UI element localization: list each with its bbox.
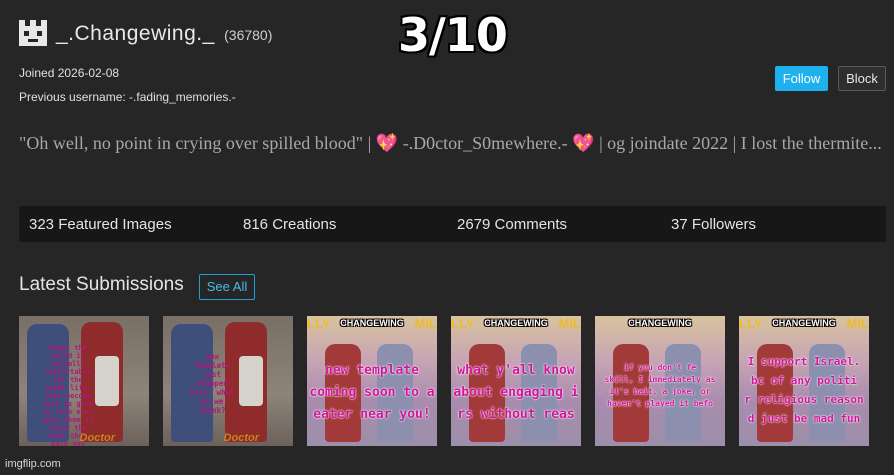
profile-username[interactable]: _.Changewing._ (36780) [56,22,272,46]
thumbnail-title: CHANGEWING [772,318,836,328]
caption-line: coming soon to a [309,385,435,400]
submission-thumbnail[interactable]: new template just dropped just, what do … [163,316,293,446]
thumbnail-caption: new template coming soon to a eater near… [307,360,437,426]
caption-line: skill, I immediately as [604,375,716,384]
stat-followers[interactable]: 37 Followers [671,216,756,233]
caption-line: r religious reason [744,393,864,406]
caption-line: if you don't fe [623,363,697,372]
caption-line: haven't played it befo [607,399,713,408]
caption-line: new template [325,363,419,378]
thumbnail-caption: what y'all know about engaging i rs with… [451,360,581,426]
previous-username: Previous username: -.fading_memories.- [19,90,236,104]
watermark-text: imgflip.com [5,458,61,470]
follow-button[interactable]: Follow [775,66,828,91]
caption-line: it's bait, a joke, or [609,387,711,396]
caption-line: rs without reas [457,407,575,422]
latest-submissions-heading: Latest Submissions [19,274,184,295]
thumbnail-title: CHANGEWING [340,318,404,328]
sparkle-heart-icon: 💖 [572,133,595,153]
stat-comments[interactable]: 2679 Comments [457,216,567,233]
submission-thumbnail[interactable]: CHANGEWING if you don't fe skill, I imme… [595,316,725,446]
submission-thumbnail[interactable]: LLY MIL CHANGEWING what y'all know about… [451,316,581,446]
username-text: _.Changewing._ [56,22,215,45]
joined-date: Joined 2026-02-08 [19,66,120,80]
bio-text-1: "Oh well, no point in crying over spille… [19,133,376,153]
thumbnail-caption: if you don't fe skill, I immediately as … [595,362,725,410]
caption-line: d just be mad fun [747,412,861,425]
see-all-button[interactable]: See All [199,274,255,300]
caption-line: about engaging i [453,385,579,400]
stats-bar: 323 Featured Images 816 Creations 2679 C… [19,206,886,242]
thumbnail-label: Doctor [223,432,259,444]
profile-bio: "Oh well, no point in crying over spille… [19,130,891,157]
thumbnail-title: CHANGEWING [628,318,692,328]
block-button[interactable]: Block [838,66,886,91]
sparkle-heart-icon: 💖 [375,133,399,153]
thumbnail-caption: new template just dropped just, what do … [189,352,235,415]
bio-text-2: -.D0ctor_S0mewhere.- [398,133,573,153]
caption-line: eater near you! [313,407,431,422]
stat-featured-images[interactable]: 323 Featured Images [29,216,172,233]
submission-thumbnail[interactable]: Hopes the world is actually comfortable … [19,316,149,446]
bio-text-3: | og joindate 2022 | I lost the thermite… [594,133,882,153]
submission-thumbnail[interactable]: LLY MIL CHANGEWING I support Israel. bc … [739,316,869,446]
caption-line: bc of any politi [751,374,857,387]
points-count: (36780) [224,27,273,43]
caption-line: I support Israel. [747,355,861,368]
caption-line: what y'all know [457,363,575,378]
character-figure [239,356,263,406]
thumbnail-caption: Hopes the world is actually comfortable … [42,344,94,446]
stat-creations[interactable]: 816 Creations [243,216,336,233]
character-figure [95,356,119,406]
thumbnail-caption: I support Israel. bc of any politi r rel… [739,352,869,428]
rating-overlay-text: 3/10 [398,8,508,62]
thumbnail-title: CHANGEWING [484,318,548,328]
avatar-pixel-face-icon [19,20,47,46]
submission-thumbnail[interactable]: LLY MIL CHANGEWING new template coming s… [307,316,437,446]
thumbnail-label: Doctor [79,432,115,444]
